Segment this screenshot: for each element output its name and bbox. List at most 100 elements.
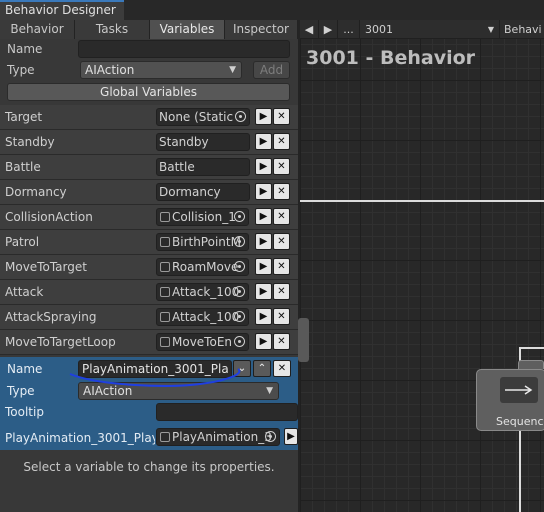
- variables-hint-text: Select a variable to change its properti…: [23, 460, 275, 474]
- object-picker-icon[interactable]: [234, 286, 245, 297]
- expand-arrow-icon[interactable]: ▶: [255, 183, 272, 200]
- variable-value-field[interactable]: BirthPointM: [156, 233, 249, 251]
- delete-variable-icon[interactable]: ✕: [273, 133, 290, 150]
- variable-row-movetotargetloop[interactable]: MoveToTargetLoop MoveToEn ▶ ✕: [0, 330, 298, 355]
- variable-value-field[interactable]: MoveToEn: [156, 333, 249, 351]
- delete-variable-icon[interactable]: ✕: [273, 208, 290, 225]
- object-picker-icon[interactable]: [234, 336, 245, 347]
- variable-value-field[interactable]: None (Static: [156, 108, 250, 126]
- variable-name: MoveToTarget: [5, 260, 87, 274]
- object-selector-value: 3001: [365, 23, 393, 36]
- sequence-arrow-icon: [500, 377, 538, 403]
- object-picker-icon[interactable]: [234, 261, 245, 272]
- delete-variable-icon[interactable]: ✕: [273, 158, 290, 175]
- expand-arrow-icon[interactable]: ▶: [255, 308, 272, 325]
- variable-name: Target: [5, 110, 43, 124]
- graph-title: 3001 - Behavior: [306, 47, 476, 69]
- scriptable-object-icon: [160, 337, 170, 347]
- selected-variable-value-field[interactable]: PlayAnimation_3: [156, 428, 280, 446]
- variable-value: MoveToEn: [172, 335, 232, 349]
- variable-name: Battle: [5, 160, 41, 174]
- tab-variables[interactable]: Variables: [150, 20, 225, 39]
- variable-name: CollisionAction: [5, 210, 93, 224]
- delete-variable-icon[interactable]: ✕: [273, 333, 290, 350]
- variable-row-target[interactable]: Target None (Static ▶ ✕: [0, 105, 298, 130]
- expand-arrow-icon[interactable]: ▶: [255, 208, 272, 225]
- expand-arrow-icon[interactable]: ▶: [284, 428, 298, 445]
- graph-toolbar: ◀ ▶ ... 3001 ▼ Behavi: [300, 20, 544, 39]
- annotation-underline: [69, 368, 241, 387]
- variable-row-collisionaction[interactable]: CollisionAction Collision_1 ▶ ✕: [0, 205, 298, 230]
- scriptable-object-icon: [160, 312, 170, 322]
- dropdown-arrow-icon: ▼: [487, 25, 494, 34]
- add-variable-button[interactable]: Add: [253, 61, 290, 79]
- variable-value-field[interactable]: Attack_100: [156, 308, 249, 326]
- behavior-selector[interactable]: Behavi: [500, 20, 544, 39]
- variable-row-movetotarget[interactable]: MoveToTarget RoamMove ▶ ✕: [0, 255, 298, 280]
- object-picker-icon[interactable]: [234, 311, 245, 322]
- variable-value: BirthPointM: [172, 235, 241, 249]
- expand-arrow-icon[interactable]: ▶: [255, 258, 272, 275]
- expand-arrow-icon[interactable]: ▶: [255, 133, 272, 150]
- variable-name: Dormancy: [5, 185, 67, 199]
- variable-value-field[interactable]: Collision_1: [156, 208, 249, 226]
- breadcrumb-more-button[interactable]: ...: [338, 20, 360, 39]
- variable-value-field[interactable]: Battle: [156, 158, 250, 176]
- expand-arrow-icon[interactable]: ▶: [255, 108, 272, 125]
- delete-variable-icon[interactable]: ✕: [273, 283, 290, 300]
- object-selector[interactable]: 3001 ▼: [360, 20, 500, 39]
- node-label: Sequence: [496, 415, 544, 428]
- delete-variable-icon[interactable]: ✕: [273, 233, 290, 250]
- variable-name: Attack: [5, 285, 44, 299]
- object-picker-icon[interactable]: [235, 111, 246, 122]
- expand-arrow-icon[interactable]: ▶: [255, 333, 272, 350]
- expand-arrow-icon[interactable]: ▶: [255, 233, 272, 250]
- variable-row-battle[interactable]: Battle Battle ▶ ✕: [0, 155, 298, 180]
- back-arrow-icon[interactable]: ◀: [300, 20, 319, 39]
- panel-tabs: Behavior Tasks Variables Inspector: [0, 20, 298, 39]
- variable-value-field[interactable]: RoamMove: [156, 258, 249, 276]
- splitter-handle[interactable]: [298, 318, 309, 362]
- variable-value: PlayAnimation_3: [172, 430, 272, 444]
- node-input-port[interactable]: [518, 360, 544, 369]
- variables-panel: Behavior Tasks Variables Inspector Name …: [0, 20, 298, 512]
- delete-variable-icon[interactable]: ✕: [273, 258, 290, 275]
- variable-row-attack[interactable]: Attack Attack_100 ▶ ✕: [0, 280, 298, 305]
- new-variable-type-label: Type: [7, 63, 35, 77]
- new-variable-name-input[interactable]: [78, 40, 290, 58]
- window-title-tab[interactable]: Behavior Designer: [0, 0, 124, 20]
- object-picker-icon[interactable]: [234, 211, 245, 222]
- new-variable-type-dropdown[interactable]: AIAction ▼: [80, 61, 242, 79]
- selected-type-label: Type: [7, 384, 35, 398]
- behavior-graph-canvas[interactable]: [300, 20, 544, 512]
- variable-value: None (Static: [159, 110, 234, 124]
- connection-line: [300, 200, 544, 202]
- delete-variable-icon[interactable]: ✕: [273, 308, 290, 325]
- dropdown-arrow-icon: ▼: [229, 65, 236, 75]
- tab-tasks[interactable]: Tasks: [75, 20, 150, 39]
- global-variables-button[interactable]: Global Variables: [7, 83, 290, 101]
- expand-arrow-icon[interactable]: ▶: [255, 283, 272, 300]
- variable-row-dormancy[interactable]: Dormancy Dormancy ▶ ✕: [0, 180, 298, 205]
- variable-value: RoamMove: [172, 260, 239, 274]
- expand-arrow-icon[interactable]: ▶: [255, 158, 272, 175]
- tab-behavior[interactable]: Behavior: [0, 20, 75, 39]
- variable-row-patrol[interactable]: Patrol BirthPointM ▶ ✕: [0, 230, 298, 255]
- variable-row-standby[interactable]: Standby Standby ▶ ✕: [0, 130, 298, 155]
- variable-name: AttackSpraying: [5, 310, 97, 324]
- delete-variable-icon[interactable]: ✕: [273, 183, 290, 200]
- connection-line: [519, 431, 521, 512]
- variable-value-field[interactable]: Dormancy: [156, 183, 250, 201]
- sequence-node[interactable]: Sequence: [476, 369, 544, 431]
- variable-value-field[interactable]: Standby: [156, 133, 250, 151]
- forward-arrow-icon[interactable]: ▶: [319, 20, 338, 39]
- object-picker-icon[interactable]: [234, 236, 245, 247]
- tab-inspector[interactable]: Inspector: [225, 20, 298, 39]
- variable-name: MoveToTargetLoop: [5, 335, 116, 349]
- tooltip-input[interactable]: [156, 403, 298, 421]
- delete-variable-icon[interactable]: ✕: [273, 108, 290, 125]
- object-picker-icon[interactable]: [265, 431, 276, 442]
- variable-row-attackspraying[interactable]: AttackSpraying Attack_100 ▶ ✕: [0, 305, 298, 330]
- variable-value-field[interactable]: Attack_100: [156, 283, 249, 301]
- scriptable-object-icon: [160, 432, 170, 442]
